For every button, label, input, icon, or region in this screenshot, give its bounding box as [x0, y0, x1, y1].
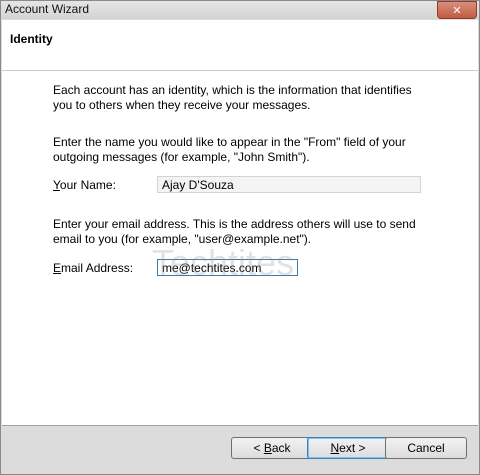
your-name-accel: Y [53, 178, 60, 192]
intro-text: Each account has an identity, which is t… [53, 83, 448, 113]
close-button[interactable]: ✕ [437, 1, 477, 19]
back-accel: B [263, 441, 272, 455]
cancel-button[interactable]: Cancel [385, 437, 467, 459]
your-name-label-text: our Name: [59, 178, 116, 192]
page-title: Identity [10, 32, 53, 46]
email-address-label-text: mail Address: [61, 261, 134, 275]
email-instructions: Enter your email address. This is the ad… [53, 217, 448, 247]
next-button[interactable]: Next > [307, 437, 389, 459]
back-button[interactable]: < Back [231, 437, 313, 459]
name-instructions-line-1: Enter the name you would like to appear … [53, 135, 406, 149]
email-address-accel: E [53, 261, 62, 275]
your-name-label: Your Name: [53, 178, 116, 192]
next-accel: N [330, 441, 340, 455]
name-instructions: Enter the name you would like to appear … [53, 135, 448, 165]
button-divider [2, 425, 478, 426]
window-title: Account Wizard [5, 2, 90, 16]
email-instructions-line-2: email to you (for example, "user@example… [53, 232, 312, 246]
email-address-label: Email Address: [53, 261, 133, 275]
close-icon: ✕ [452, 4, 462, 17]
wizard-content: Identity Each account has an identity, w… [2, 20, 478, 425]
title-bar[interactable]: Account Wizard ✕ [1, 1, 479, 19]
name-instructions-line-2: outgoing messages (for example, "John Sm… [53, 150, 310, 164]
your-name-input[interactable] [157, 176, 421, 193]
email-address-input[interactable] [157, 259, 298, 276]
account-wizard-window: Account Wizard ✕ Identity Each account h… [0, 0, 480, 475]
back-arrow: < [253, 441, 264, 455]
intro-line-2: you to others when they receive your mes… [53, 98, 311, 112]
intro-line-1: Each account has an identity, which is t… [53, 83, 412, 97]
page-header: Identity [2, 20, 478, 71]
back-label: ack [271, 441, 291, 455]
email-instructions-line-1: Enter your email address. This is the ad… [53, 217, 416, 231]
next-label: ext > [339, 441, 366, 455]
